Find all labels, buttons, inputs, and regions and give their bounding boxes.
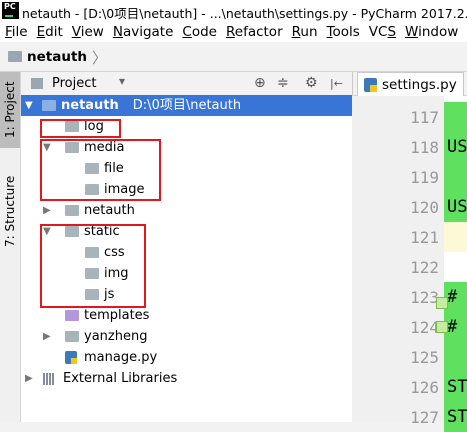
menu-item-code[interactable]: Code xyxy=(177,22,221,42)
collapsed-arrow-icon[interactable]: ▶ xyxy=(43,326,51,347)
line-number: 123 xyxy=(410,288,439,307)
menu-item-navigate[interactable]: Navigate xyxy=(108,22,178,42)
project-view-selector[interactable]: Project xyxy=(52,76,96,91)
tree-item-label: templates xyxy=(84,308,150,323)
tree-item[interactable]: templates xyxy=(21,305,352,326)
tree-item-label: netauth D:\0项目\netauth xyxy=(61,98,242,113)
line-number: 117 xyxy=(410,108,439,127)
folder-icon xyxy=(65,331,79,342)
project-panel-header: Project ▾ ⊕ ≑ ⚙ |← xyxy=(21,72,352,96)
line-number: 127 xyxy=(410,408,439,427)
folder-icon xyxy=(8,51,22,62)
window-title: netauth - [D:\0项目\netauth] - ...\netauth… xyxy=(22,6,467,21)
collapse-all-icon[interactable]: ≑ xyxy=(277,75,289,91)
editor-tab-settings[interactable]: settings.py xyxy=(357,72,464,96)
library-icon xyxy=(43,373,57,385)
line-number: 120 xyxy=(410,198,439,217)
menu-item-vcs[interactable]: VCS xyxy=(364,22,400,42)
menu-item-edit[interactable]: Edit xyxy=(32,22,67,42)
expanded-arrow-icon[interactable]: ▼ xyxy=(25,95,33,116)
gear-icon[interactable]: ⚙ xyxy=(305,75,318,91)
tool-tab-structure[interactable]: 7: Structure xyxy=(0,164,20,258)
project-tool-window: Project ▾ ⊕ ≑ ⚙ |← ▼ netauth D:\0项目\netaut… xyxy=(21,72,352,422)
breadcrumb-chevron-icon: 〉 xyxy=(92,49,108,67)
line-number: 121 xyxy=(410,228,439,247)
menu-item-file[interactable]: File xyxy=(0,22,32,42)
folder-icon xyxy=(65,205,79,216)
project-view-icon xyxy=(31,78,43,89)
annotation-box-media xyxy=(40,139,161,201)
code-line[interactable]: ST xyxy=(444,372,467,402)
menu-item-run[interactable]: Run xyxy=(287,22,322,42)
fold-marker-icon[interactable] xyxy=(436,321,448,333)
code-line[interactable] xyxy=(444,252,467,282)
line-number: 124 xyxy=(410,318,439,337)
code-line[interactable] xyxy=(444,102,467,132)
tree-item[interactable]: ▶ netauth xyxy=(21,200,352,221)
code-line[interactable] xyxy=(444,342,467,372)
tree-item-label: netauth xyxy=(84,203,135,218)
annotation-box-static xyxy=(40,224,146,308)
line-number: 122 xyxy=(410,258,439,277)
tree-item-label: External Libraries xyxy=(63,371,178,386)
line-number: 118 xyxy=(410,138,439,157)
menu-item-he[interactable]: He xyxy=(462,22,467,42)
locate-target-icon[interactable]: ⊕ xyxy=(254,75,266,91)
hide-panel-icon[interactable]: |← xyxy=(330,77,343,90)
python-file-icon xyxy=(364,78,377,92)
python-file-icon xyxy=(65,351,77,364)
menu-item-tools[interactable]: Tools xyxy=(322,22,364,42)
collapsed-arrow-icon[interactable]: ▶ xyxy=(25,368,33,389)
chevron-down-icon[interactable]: ▾ xyxy=(119,74,125,88)
window-title-bar: PC netauth - [D:\0项目\netauth] - ...\neta… xyxy=(0,0,467,22)
line-number: 126 xyxy=(410,378,439,397)
editor-tab-bar: settings.py xyxy=(352,72,467,96)
tree-item-label: manage.py xyxy=(84,350,158,365)
menu-bar: File Edit View Navigate Code Refactor Run Tools… xyxy=(0,22,467,42)
code-line[interactable]: US xyxy=(444,192,467,222)
collapsed-arrow-icon[interactable]: ▶ xyxy=(43,200,51,221)
line-number: 119 xyxy=(410,168,439,187)
line-number: 125 xyxy=(410,348,439,367)
editor-gutter: 117 118 119 120 121 122 123 124 125 126 127 xyxy=(352,96,444,427)
tree-item[interactable]: ▶ External Libraries xyxy=(21,368,352,389)
tree-item-label: yanzheng xyxy=(84,329,148,344)
breadcrumb-project[interactable]: netauth xyxy=(27,49,87,65)
templates-folder-icon xyxy=(65,310,79,321)
folder-icon xyxy=(42,100,56,111)
menu-item-window[interactable]: Window xyxy=(400,22,462,42)
editor-code-area[interactable]: US US # # ST ST xyxy=(444,96,467,432)
fold-marker-icon[interactable] xyxy=(436,297,448,309)
tree-item[interactable]: manage.py xyxy=(21,347,352,368)
menu-item-refactor[interactable]: Refactor xyxy=(221,22,287,42)
tree-item[interactable]: ▼ netauth D:\0项目\netauth xyxy=(21,95,352,116)
code-line[interactable]: US xyxy=(444,132,467,162)
left-tool-window-strip: 1: Project 7: Structure xyxy=(0,72,21,422)
code-line[interactable]: ST xyxy=(444,402,467,432)
navigation-bar: netauth 〉 xyxy=(0,42,467,72)
tree-item[interactable]: ▶ yanzheng xyxy=(21,326,352,347)
annotation-box-log xyxy=(40,119,121,138)
tree-item-path: D:\0项目\netauth xyxy=(132,98,242,113)
menu-item-view[interactable]: View xyxy=(67,22,108,42)
code-line[interactable] xyxy=(444,222,467,252)
code-line[interactable] xyxy=(444,162,467,192)
tool-tab-project[interactable]: 1: Project xyxy=(0,72,20,148)
pycharm-app-icon: PC xyxy=(2,2,19,19)
